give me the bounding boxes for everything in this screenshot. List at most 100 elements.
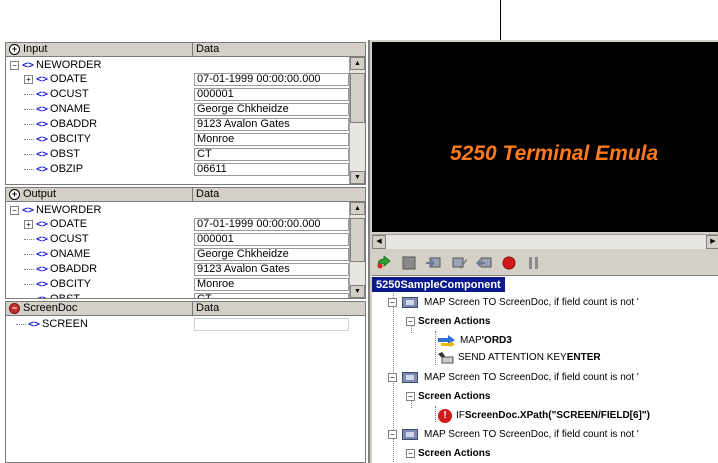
field-name: OBADDR (50, 263, 98, 275)
collapse-icon[interactable]: − (10, 206, 19, 215)
value-cell[interactable]: 07-01-1999 00:00:00.000 (194, 218, 349, 231)
expand-circle-icon[interactable]: + (9, 189, 20, 200)
expand-icon[interactable]: + (24, 75, 33, 84)
element-tag-icon: <> (22, 205, 35, 216)
map-ord3-row[interactable]: MAP 'ORD3 (438, 332, 512, 349)
output-scrollbar[interactable]: ▲ ▼ (349, 202, 365, 298)
tree-row[interactable]: <> ONAME George Chkheidze (6, 103, 349, 116)
scroll-up-arrow[interactable]: ▲ (350, 57, 365, 70)
screen-forward-icon[interactable] (426, 256, 442, 270)
scroll-right-arrow[interactable]: ▶ (706, 235, 718, 249)
value-cell[interactable]: 000001 (194, 88, 349, 101)
collapse-icon[interactable]: − (388, 373, 397, 382)
input-scrollbar[interactable]: ▲ ▼ (349, 57, 365, 184)
output-panel: + Output Data − <> NEWORDER + <> ODATE 07-0… (5, 187, 366, 299)
tree-row[interactable]: <> OBZIP 06611 (6, 163, 349, 176)
pause-icon[interactable] (526, 256, 542, 270)
map-action-row[interactable]: − MAP Screen TO ScreenDoc, if field coun… (388, 369, 639, 386)
input-panel-title[interactable]: + Input (6, 43, 193, 56)
if-condition-row[interactable]: ! IF ScreenDoc.XPath("SCREEN/FIELD[6]") (438, 407, 650, 424)
value-cell[interactable]: 000001 (194, 233, 349, 246)
element-tag-icon: <> (36, 249, 49, 260)
screendoc-panel-title[interactable]: − ScreenDoc (6, 302, 193, 315)
screen-actions-node[interactable]: − Screen Actions (406, 445, 490, 462)
collapse-circle-icon[interactable]: − (9, 303, 20, 314)
tree-row[interactable]: + <> ODATE 07-01-1999 00:00:00.000 (6, 218, 349, 231)
output-panel-title[interactable]: + Output (6, 188, 193, 201)
collapse-icon[interactable]: − (388, 430, 397, 439)
collapse-icon[interactable]: − (406, 392, 415, 401)
element-tag-icon: <> (36, 149, 49, 160)
scroll-down-arrow[interactable]: ▼ (350, 285, 365, 298)
value-cell[interactable]: CT (194, 293, 349, 298)
scroll-thumb[interactable] (350, 73, 365, 123)
tree-root-row[interactable]: <> SCREEN (6, 318, 349, 331)
tree-row[interactable]: <> ONAME George Chkheidze (6, 248, 349, 261)
send-key-row[interactable]: SEND ATTENTION KEY ENTER (438, 349, 601, 366)
data-column-header: Data (196, 188, 220, 200)
tree-row[interactable]: <>OBST CT (6, 293, 349, 299)
element-tag-icon: <> (28, 319, 41, 330)
element-tag-icon: <> (36, 293, 48, 298)
run-icon[interactable] (376, 256, 392, 270)
field-name: OCUST (50, 233, 89, 245)
scroll-left-arrow[interactable]: ◀ (372, 235, 386, 249)
tree-row[interactable]: <> OCUST 000001 (6, 88, 349, 101)
screen-icon (402, 429, 418, 440)
expand-icon[interactable]: + (24, 220, 33, 229)
stop-square-icon[interactable] (401, 256, 417, 270)
field-name: OBCITY (50, 133, 91, 145)
collapse-icon[interactable]: − (406, 317, 415, 326)
value-cell[interactable]: George Chkheidze (194, 103, 349, 116)
field-name: OCUST (50, 88, 89, 100)
screen-back-icon[interactable] (476, 256, 492, 270)
value-cell[interactable]: 07-01-1999 00:00:00.000 (194, 73, 349, 86)
collapse-icon[interactable]: − (406, 449, 415, 458)
field-name: OBST (50, 148, 80, 160)
scroll-thumb[interactable] (350, 218, 365, 262)
scroll-down-arrow[interactable]: ▼ (350, 171, 365, 184)
action-toolbar (372, 253, 718, 273)
tree-root-row[interactable]: − <> NEWORDER (6, 204, 349, 217)
value-cell[interactable]: 9123 Avalon Gates (194, 118, 349, 131)
expand-circle-icon[interactable]: + (9, 44, 20, 55)
terminal-title: 5250 Terminal Emula (450, 142, 659, 165)
tree-root-row[interactable]: − <> NEWORDER (6, 59, 349, 72)
map-action-row[interactable]: − MAP Screen TO ScreenDoc, if field coun… (388, 294, 639, 311)
element-tag-icon: <> (36, 74, 49, 85)
terminal-horizontal-scrollbar[interactable]: ◀ ▶ (372, 234, 718, 249)
field-name: ODATE (50, 218, 88, 230)
tree-row[interactable]: <> OBCITY Monroe (6, 278, 349, 291)
terminal-screen[interactable]: 5250 Terminal Emula (372, 42, 718, 232)
element-tag-icon: <> (22, 60, 35, 71)
scroll-up-arrow[interactable]: ▲ (350, 202, 365, 215)
screen-actions-node[interactable]: − Screen Actions (406, 313, 490, 330)
component-node[interactable]: 5250SampleComponent (372, 277, 505, 292)
element-tag-icon: <> (36, 89, 49, 100)
tree-row[interactable]: + <> ODATE 07-01-1999 00:00:00.000 (6, 73, 349, 86)
value-cell[interactable]: CT (194, 148, 349, 161)
value-cell[interactable] (194, 318, 349, 331)
record-icon[interactable] (501, 256, 517, 270)
element-tag-icon: <> (36, 279, 49, 290)
value-cell[interactable]: 9123 Avalon Gates (194, 263, 349, 276)
value-cell[interactable]: 06611 (194, 163, 349, 176)
screen-edit-icon[interactable] (451, 256, 467, 270)
tree-row[interactable]: <> OCUST 000001 (6, 233, 349, 246)
tree-row[interactable]: <> OBADDR 9123 Avalon Gates (6, 118, 349, 131)
field-name: OBADDR (50, 118, 98, 130)
tree-row[interactable]: <>OBST CT (6, 148, 349, 161)
tree-row[interactable]: <> OBADDR 9123 Avalon Gates (6, 263, 349, 276)
field-name: OBST (50, 293, 80, 299)
value-cell[interactable]: George Chkheidze (194, 248, 349, 261)
map-action-row[interactable]: − MAP Screen TO ScreenDoc, if field coun… (388, 426, 639, 443)
input-panel-header: + Input Data (6, 43, 365, 57)
element-tag-icon: <> (36, 164, 49, 175)
value-cell[interactable]: Monroe (194, 278, 349, 291)
value-cell[interactable]: Monroe (194, 133, 349, 146)
screen-actions-node[interactable]: − Screen Actions (406, 388, 490, 405)
element-tag-icon: <> (36, 219, 49, 230)
collapse-icon[interactable]: − (388, 298, 397, 307)
tree-row[interactable]: <> OBCITY Monroe (6, 133, 349, 146)
collapse-icon[interactable]: − (10, 61, 19, 70)
